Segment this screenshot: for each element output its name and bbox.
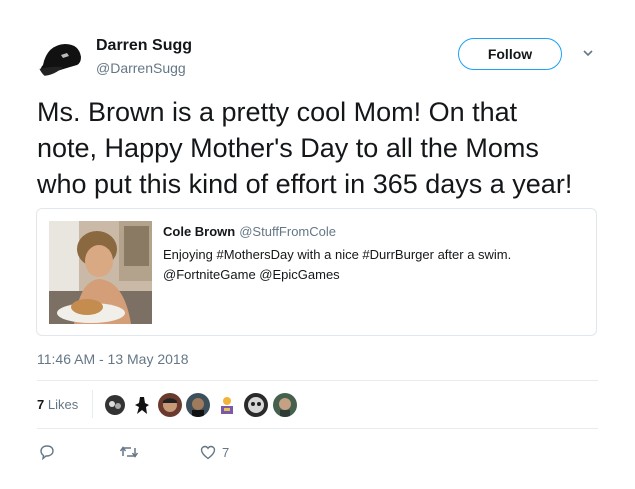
retweet-button[interactable] — [119, 443, 139, 461]
reply-icon — [40, 445, 54, 460]
heart-icon — [200, 445, 216, 459]
divider — [37, 428, 598, 429]
author-name[interactable]: Darren Sugg — [96, 37, 192, 55]
retweet-icon — [119, 446, 139, 458]
liker-avatar[interactable] — [214, 392, 240, 418]
author-handle[interactable]: @DarrenSugg — [96, 60, 186, 76]
liker-avatar[interactable] — [272, 392, 298, 418]
quoted-tweet-image — [49, 221, 152, 324]
like-button[interactable]: 7 — [200, 443, 229, 461]
likes-label: Likes — [47, 397, 79, 412]
tweet-timestamp[interactable]: 11:46 AM - 13 May 2018 — [37, 351, 189, 367]
likes-count[interactable]: 7 Likes — [37, 397, 78, 412]
divider — [37, 380, 598, 381]
chevron-down-icon[interactable] — [581, 46, 595, 60]
quoted-tweet-text: Enjoying #MothersDay with a nice #DurrBu… — [163, 247, 512, 282]
like-count: 7 — [222, 444, 230, 460]
quoted-author-handle[interactable]: @StuffFromCole — [239, 224, 336, 239]
tweet-text: Ms. Brown is a pretty cool Mom! On that … — [37, 97, 573, 199]
liker-avatar[interactable] — [157, 392, 183, 418]
liker-avatar[interactable] — [102, 392, 128, 418]
author-avatar[interactable] — [37, 33, 87, 83]
black-cap-avatar-icon — [38, 44, 81, 76]
liker-avatar[interactable] — [185, 392, 211, 418]
reply-button[interactable] — [39, 443, 55, 461]
quoted-author-name[interactable]: Cole Brown — [163, 224, 235, 239]
quoted-tweet[interactable]: Cole Brown @StuffFromCole Enjoying #Mothe… — [36, 208, 597, 336]
liker-avatar[interactable] — [129, 392, 155, 418]
divider — [92, 390, 93, 418]
likes-number: 7 — [37, 397, 45, 412]
follow-button[interactable]: Follow — [458, 38, 562, 70]
liker-avatar[interactable] — [243, 392, 269, 418]
